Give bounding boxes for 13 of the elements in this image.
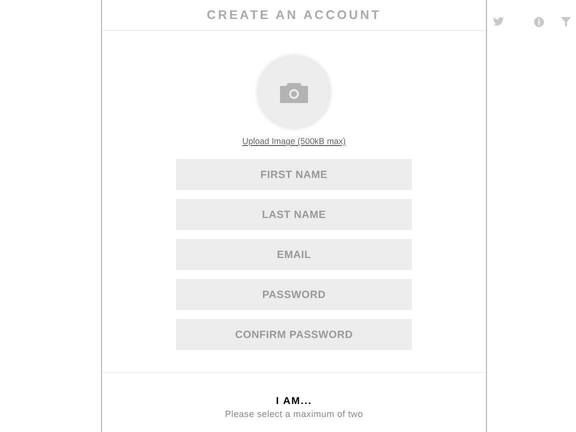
input-field[interactable]: EMAIL: [176, 239, 412, 270]
input-field[interactable]: PASSWORD: [176, 279, 412, 310]
bird-icon[interactable]: [493, 17, 504, 26]
filter-icon[interactable]: [561, 17, 571, 27]
section-hint: Please select a maximum of two: [224, 409, 364, 419]
input-field[interactable]: FIRST NAME: [176, 159, 412, 190]
info-icon[interactable]: [534, 17, 544, 27]
upload-image-link[interactable]: Upload Image (500kB max): [242, 136, 346, 146]
camera-icon: [280, 82, 308, 102]
section-heading: I AM...: [276, 396, 312, 407]
page-title: CREATE AN ACCOUNT: [206, 8, 382, 22]
input-field[interactable]: CONFIRM PASSWORD: [176, 319, 412, 350]
input-field[interactable]: LAST NAME: [176, 199, 412, 230]
